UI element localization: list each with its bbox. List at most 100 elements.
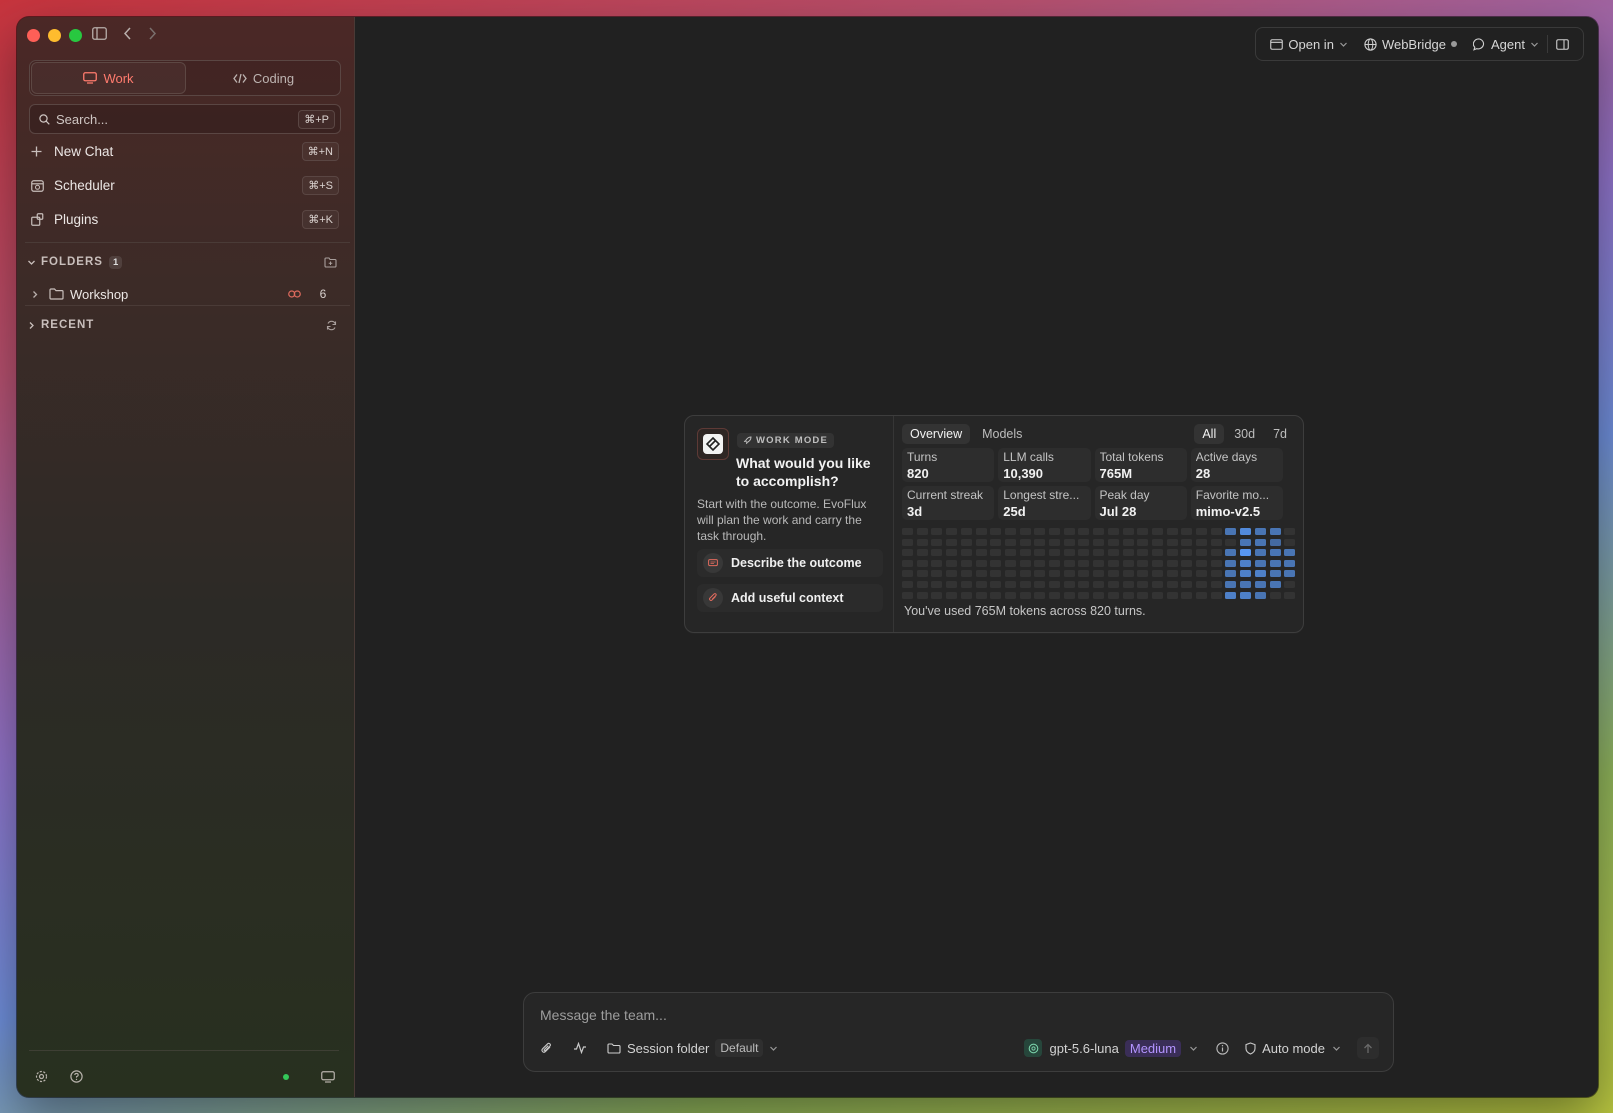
auto-mode-selector[interactable]: Auto mode	[1245, 1041, 1341, 1056]
composer-toolbar: Session folder Default gpt-5.6-luna Medi…	[540, 1035, 1379, 1061]
heatmap-cell	[902, 559, 913, 567]
heatmap-cell	[1107, 538, 1119, 546]
info-icon[interactable]	[1216, 1041, 1229, 1055]
heatmap-cell	[1284, 538, 1296, 546]
heatmap-cell	[1254, 549, 1266, 557]
range-7d[interactable]: 7d	[1265, 424, 1295, 444]
stat-label: Turns	[907, 450, 938, 464]
heatmap-cell	[975, 538, 987, 546]
open-in-button[interactable]: Open in	[1262, 37, 1356, 52]
session-folder-selector[interactable]: Session folder Default	[607, 1039, 778, 1057]
range-all[interactable]: All	[1194, 424, 1225, 444]
heatmap-cell	[1269, 591, 1281, 599]
zoom-window-button[interactable]	[69, 29, 82, 42]
agent-button[interactable]: Agent	[1465, 37, 1547, 52]
heatmap-cell	[1240, 559, 1252, 567]
folders-section-header[interactable]: FOLDERS 1	[27, 253, 337, 271]
stat-label: Longest stre...	[1003, 488, 1080, 502]
heatmap-cell	[1063, 549, 1075, 557]
range-30d[interactable]: 30d	[1226, 424, 1263, 444]
heatmap-cell	[1225, 538, 1237, 546]
model-selector[interactable]: gpt-5.6-luna Medium	[1024, 1039, 1198, 1057]
folder-item-workshop[interactable]: Workshop 6	[31, 283, 331, 305]
card-title: What would you like to accomplish?	[736, 455, 871, 489]
heatmap-cell	[1166, 528, 1178, 535]
heatmap-cell	[1196, 591, 1207, 599]
heatmap-cell	[931, 559, 943, 567]
folder-name: Workshop	[70, 286, 129, 302]
back-icon[interactable]	[123, 27, 132, 40]
right-panel-icon	[1556, 38, 1569, 50]
settings-gear-icon[interactable]	[35, 1070, 48, 1083]
refresh-icon[interactable]	[326, 320, 337, 331]
scheduler-label: Scheduler	[54, 177, 115, 193]
heatmap-cell	[1034, 559, 1046, 567]
heatmap-cell	[1078, 591, 1090, 599]
plugins-button[interactable]: Plugins ⌘+K	[31, 207, 339, 231]
chevron-right-icon[interactable]	[31, 290, 43, 299]
attach-paperclip-icon[interactable]	[540, 1042, 553, 1055]
tab-overview[interactable]: Overview	[902, 424, 971, 444]
heatmap-cell	[1034, 591, 1046, 599]
stat-active-days: Active days 28	[1190, 448, 1283, 482]
scheduler-button[interactable]: Scheduler ⌘+S	[31, 173, 339, 197]
heatmap-cell	[1240, 528, 1252, 535]
panel-toggle-button[interactable]	[1548, 38, 1577, 50]
heatmap-cell	[902, 538, 913, 546]
heatmap-cell	[1151, 559, 1163, 567]
heatmap-cell	[1122, 570, 1134, 578]
auto-mode-label: Auto mode	[1262, 1040, 1325, 1056]
webbridge-button[interactable]: WebBridge	[1356, 37, 1465, 52]
sidebar-divider	[25, 305, 350, 306]
activity-icon[interactable]	[573, 1042, 587, 1054]
heatmap-cell	[1049, 528, 1060, 535]
code-icon	[233, 73, 247, 84]
new-folder-icon[interactable]	[324, 256, 337, 268]
heatmap-cell	[1137, 581, 1149, 588]
heatmap-cell	[1004, 559, 1016, 567]
heatmap-cell	[990, 581, 1002, 588]
recent-section-header[interactable]: RECENT	[27, 316, 337, 334]
stat-turns: Turns 820	[902, 448, 995, 482]
heatmap-cell	[916, 591, 928, 599]
search-input[interactable]: Search... ⌘+P	[29, 104, 341, 134]
heatmap-cell	[946, 570, 958, 578]
heatmap-cell	[1240, 570, 1252, 578]
sidebar-toggle-icon[interactable]	[92, 27, 107, 40]
heatmap-cell	[975, 528, 987, 535]
display-icon[interactable]	[321, 1070, 335, 1083]
app-logo	[697, 428, 729, 460]
heatmap-cell	[1166, 538, 1178, 546]
heatmap-cell	[1063, 559, 1075, 567]
heatmap-cell	[975, 591, 987, 599]
heatmap-cell	[1210, 538, 1222, 546]
minimize-window-button[interactable]	[48, 29, 61, 42]
heatmap-cell	[1181, 581, 1193, 588]
heatmap-cell	[1019, 591, 1031, 599]
heatmap-cell	[1078, 570, 1090, 578]
heatmap-cell	[1063, 538, 1075, 546]
heatmap-cell	[946, 538, 958, 546]
coding-mode-tab[interactable]: Coding	[187, 61, 340, 95]
paperclip-icon	[703, 588, 723, 608]
close-window-button[interactable]	[27, 29, 40, 42]
describe-outcome-button[interactable]: Describe the outcome	[697, 549, 883, 577]
send-button[interactable]	[1357, 1037, 1379, 1059]
heatmap-cell	[1284, 581, 1296, 588]
help-icon[interactable]	[70, 1070, 83, 1083]
sidebar: Work Coding Search... ⌘+P New Chat ⌘+N S…	[17, 17, 355, 1097]
new-chat-button[interactable]: New Chat ⌘+N	[31, 139, 339, 163]
add-context-button[interactable]: Add useful context	[697, 584, 883, 612]
chat-bubble-icon	[1473, 37, 1486, 51]
heatmap-cell	[931, 538, 943, 546]
work-mode-tab[interactable]: Work	[31, 62, 186, 94]
heatmap-cell	[1254, 538, 1266, 546]
model-name: gpt-5.6-luna	[1049, 1040, 1119, 1056]
heatmap-cell	[1063, 528, 1075, 535]
message-input[interactable]: Message the team...	[540, 1007, 667, 1023]
heatmap-cell	[975, 559, 987, 567]
heatmap-cell	[1122, 538, 1134, 546]
forward-icon[interactable]	[148, 27, 157, 40]
chevron-down-icon	[1332, 1044, 1341, 1053]
tab-models[interactable]: Models	[974, 424, 1030, 444]
